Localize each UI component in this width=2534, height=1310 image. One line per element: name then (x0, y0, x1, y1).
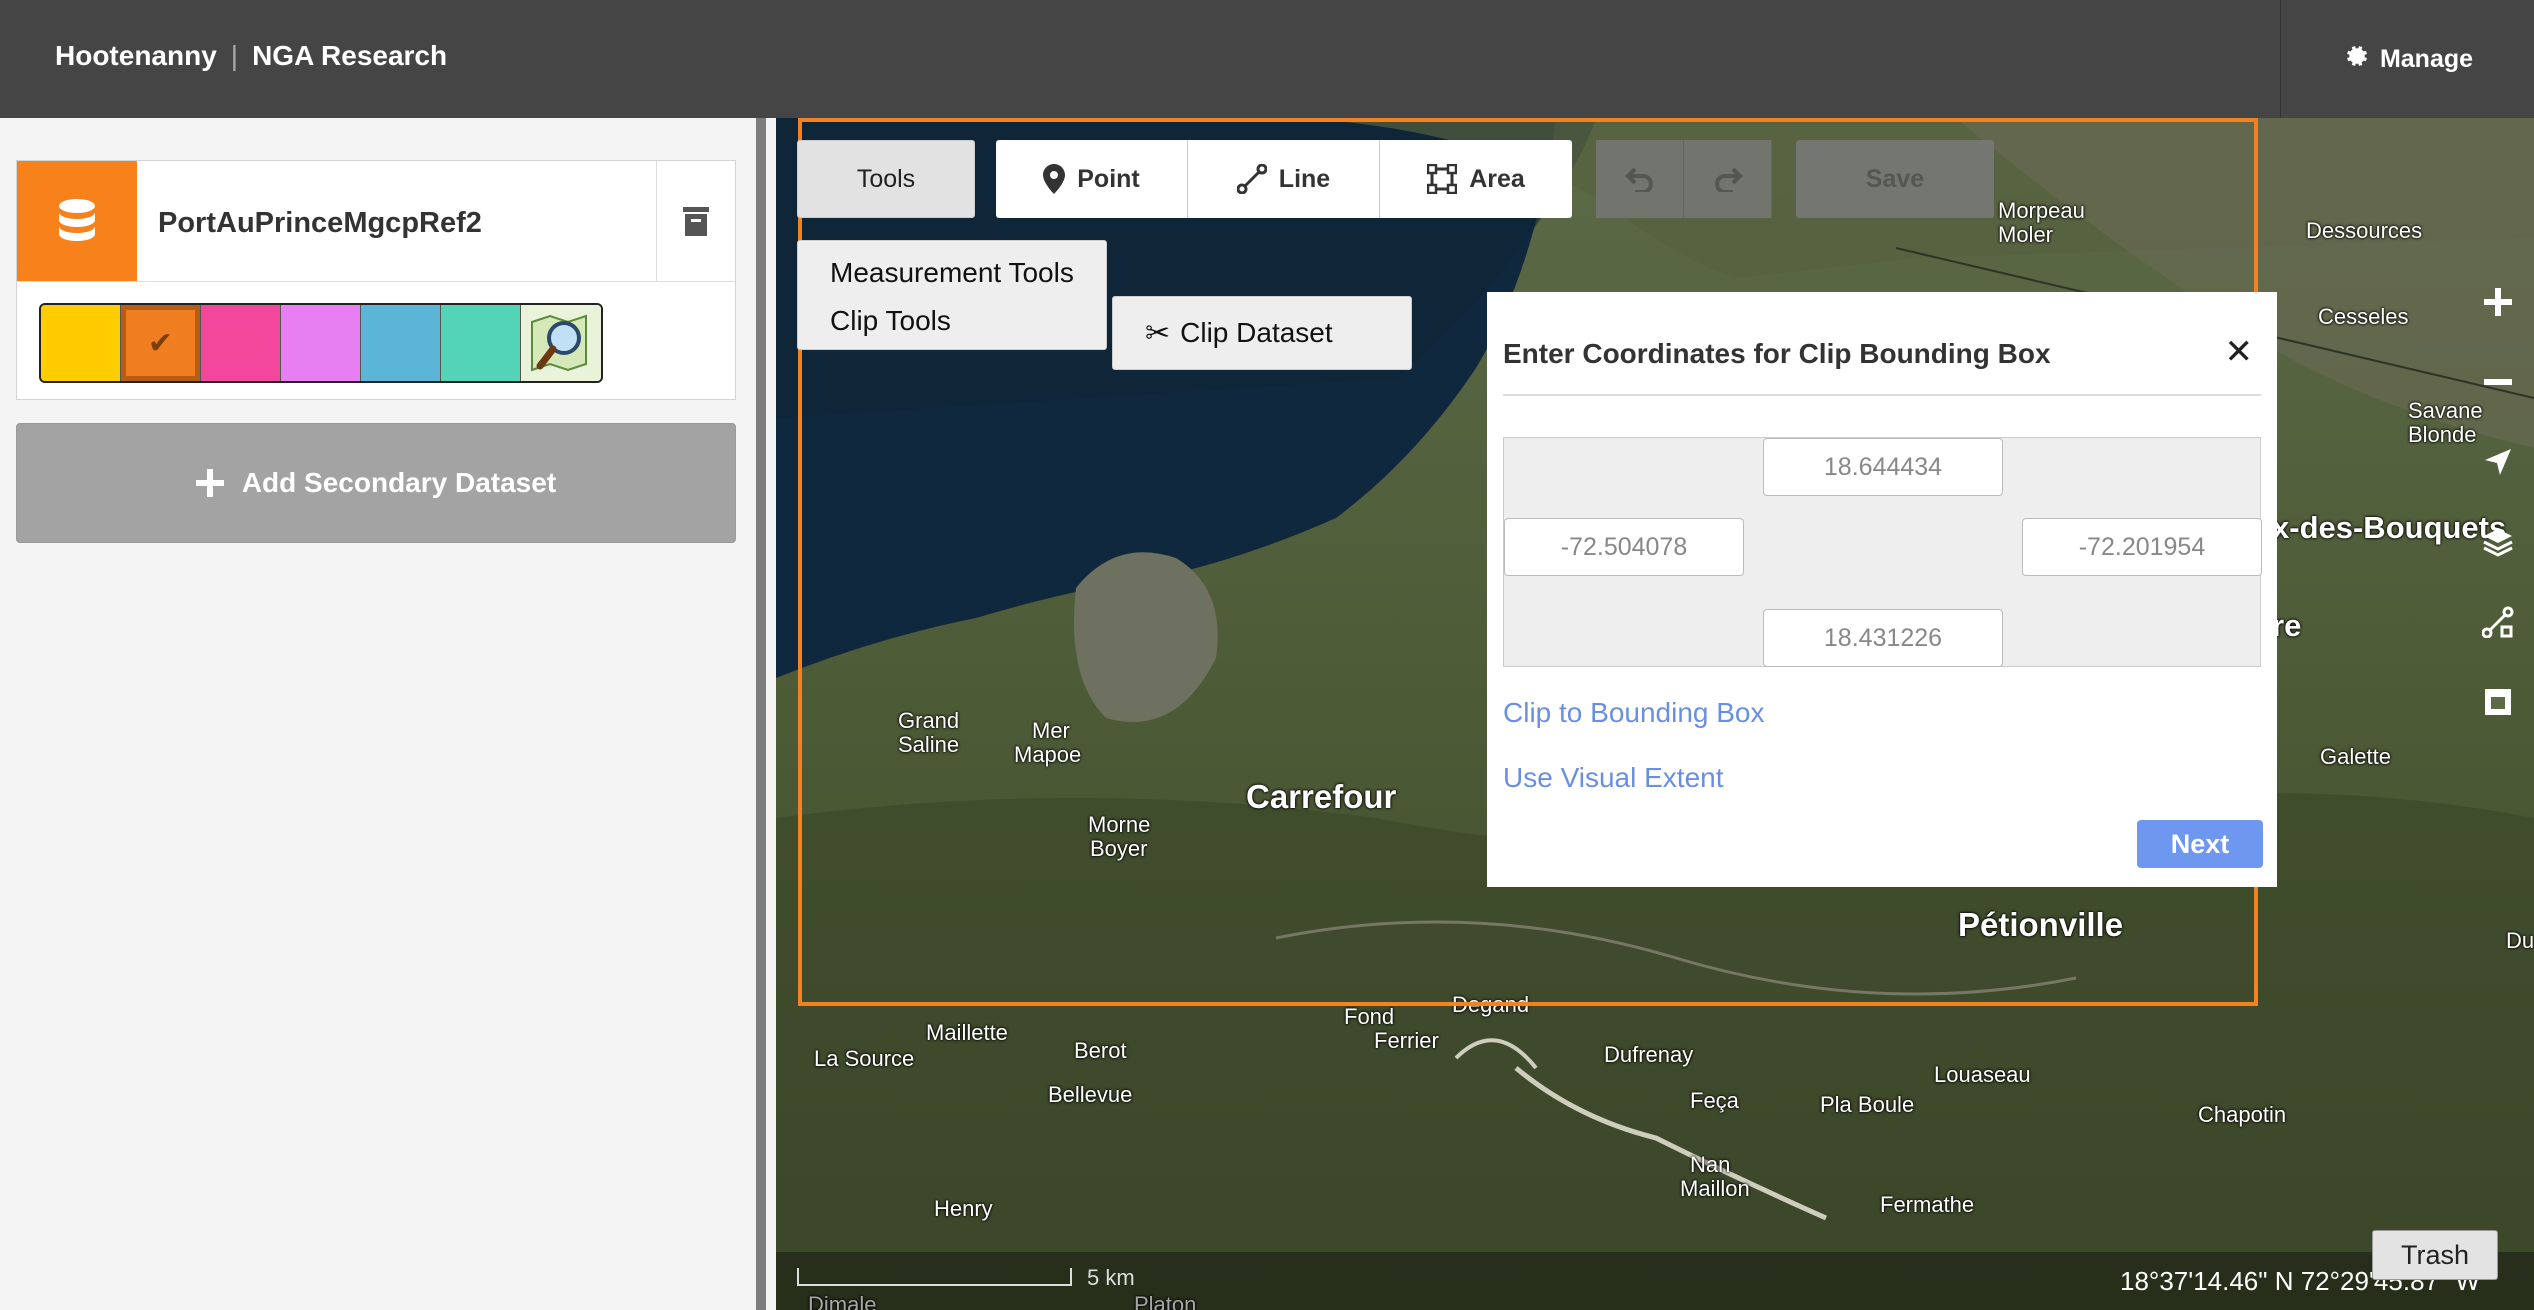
delete-dataset-button[interactable] (656, 161, 735, 281)
place-label: Dufrenay (1604, 1042, 1694, 1067)
database-icon[interactable] (17, 161, 137, 281)
place-label: Ferrier (1374, 1028, 1439, 1053)
line-icon (1236, 164, 1267, 194)
trash-tooltip: Trash (2372, 1230, 2498, 1280)
map-marker-icon (1043, 164, 1066, 194)
scale-bar (797, 1268, 1072, 1286)
swatch-violet[interactable] (281, 305, 361, 381)
place-label: Cesseles (2318, 304, 2409, 329)
place-label: Feça (1690, 1088, 1739, 1113)
max-y-input[interactable]: 18.644434 (1763, 438, 2003, 496)
menu-item-clip-tools[interactable]: Clip Tools (830, 305, 951, 337)
add-line-button[interactable]: Line (1188, 140, 1380, 218)
area-icon (1427, 164, 1458, 194)
swatch-orange-selected[interactable]: ✔ (121, 305, 201, 381)
draw-toolbar: Point Line Area (996, 140, 1572, 218)
top-navbar: Hootenanny | NGA Research Manage (0, 0, 2534, 118)
place-label: Fermathe (1880, 1192, 1975, 1217)
place-label: Pla Boule (1820, 1092, 1915, 1117)
image-icon (2485, 689, 2511, 715)
place-label: Berot (1074, 1038, 1127, 1063)
tools-menu: Measurement Tools Clip Tools (797, 240, 1107, 350)
use-visual-extent-link[interactable]: Use Visual Extent (1503, 762, 1724, 794)
map-controls (2462, 262, 2534, 742)
swatch-teal[interactable] (441, 305, 521, 381)
min-y-input[interactable]: 18.431226 (1763, 609, 2003, 667)
clip-to-bounding-box-link[interactable]: Clip to Bounding Box (1503, 697, 1765, 729)
nodes-icon (2482, 606, 2514, 638)
color-swatches: ✔ (39, 303, 603, 383)
scissors-icon: ✂ (1145, 316, 1171, 350)
app-name[interactable]: Hootenanny (55, 40, 217, 71)
scale-label: 5 km (1087, 1265, 1135, 1290)
trash-icon (683, 207, 709, 236)
max-x-input[interactable]: -72.201954 (2022, 518, 2262, 576)
place-label: La Source (814, 1046, 915, 1071)
swatch-yellow[interactable] (41, 305, 121, 381)
point-label: Point (1077, 164, 1140, 193)
place-label: Louaseau (1934, 1062, 2031, 1087)
menu-item-clip-dataset[interactable]: ✂ Clip Dataset (1112, 296, 1412, 370)
swatch-blue[interactable] (361, 305, 441, 381)
manage-label: Manage (2379, 44, 2474, 73)
next-button[interactable]: Next (2137, 820, 2263, 868)
add-area-button[interactable]: Area (1380, 140, 1572, 218)
area-label: Area (1469, 164, 1525, 193)
place-label: Du (2506, 928, 2534, 953)
project-name: NGA Research (252, 40, 448, 71)
undo-button[interactable] (1596, 140, 1684, 218)
zoom-out-button[interactable] (2462, 342, 2534, 422)
dataset-name: PortAuPrinceMgcpRef2 (158, 207, 482, 239)
coordinates-panel: 18.644434 -72.504078 -72.201954 18.43122… (1503, 437, 2262, 667)
save-button[interactable]: Save (1796, 140, 1994, 218)
menu-item-measurement-tools[interactable]: Measurement Tools (830, 257, 1074, 289)
place-label: Maillette (926, 1020, 1008, 1045)
card-divider (17, 281, 735, 282)
layers-icon (2483, 529, 2513, 557)
map-data-button[interactable] (2462, 582, 2534, 662)
add-point-button[interactable]: Point (996, 140, 1188, 218)
dialog-title: Enter Coordinates for Clip Bounding Box (1503, 338, 2051, 369)
magnifier-map-icon (531, 314, 587, 372)
place-label: Dessources (2306, 218, 2423, 243)
min-x-input[interactable]: -72.504078 (1504, 518, 1744, 576)
location-arrow-icon (2485, 449, 2511, 475)
place-label: Fond (1344, 1004, 1395, 1029)
background-button[interactable] (2462, 662, 2534, 742)
close-icon[interactable]: ✕ (2225, 332, 2254, 372)
redo-button[interactable] (1684, 140, 1772, 218)
place-label: Henry (934, 1196, 993, 1221)
manage-button[interactable]: Manage (2280, 0, 2534, 118)
swatch-pink[interactable] (201, 305, 281, 381)
place-label: Galette (2320, 744, 2391, 769)
place-label: Maillon (1680, 1176, 1750, 1201)
plus-icon (195, 469, 224, 497)
clip-dataset-label: Clip Dataset (1180, 317, 1333, 348)
geolocate-button[interactable] (2462, 422, 2534, 502)
dialog-divider (1503, 394, 2261, 396)
undo-redo-group (1596, 140, 1772, 218)
dataset-card: PortAuPrinceMgcpRef2 ✔ (16, 160, 736, 400)
check-icon: ✔ (147, 326, 174, 360)
osm-map-swatch[interactable] (521, 305, 601, 381)
gear-icon (2342, 42, 2370, 77)
add-secondary-dataset-button[interactable]: Add Secondary Dataset (16, 423, 736, 543)
brand: Hootenanny | NGA Research (55, 40, 447, 72)
sidebar: PortAuPrinceMgcpRef2 ✔ Add Secondary Dat… (0, 118, 766, 1310)
tools-button[interactable]: Tools (797, 140, 975, 218)
redo-icon (1714, 167, 1743, 192)
add-secondary-label: Add Secondary Dataset (241, 467, 557, 498)
clip-bounding-box-dialog: Enter Coordinates for Clip Bounding Box … (1487, 292, 2277, 887)
place-label: Nan (1690, 1152, 1731, 1177)
minus-icon (2484, 379, 2512, 385)
brand-separator: | (230, 40, 239, 71)
zoom-in-button[interactable] (2462, 262, 2534, 342)
plus-icon (2484, 288, 2512, 316)
place-label: Chapotin (2198, 1102, 2287, 1127)
line-label: Line (1278, 164, 1331, 193)
layers-button[interactable] (2462, 502, 2534, 582)
undo-icon (1624, 167, 1653, 192)
place-label: Bellevue (1048, 1082, 1133, 1107)
